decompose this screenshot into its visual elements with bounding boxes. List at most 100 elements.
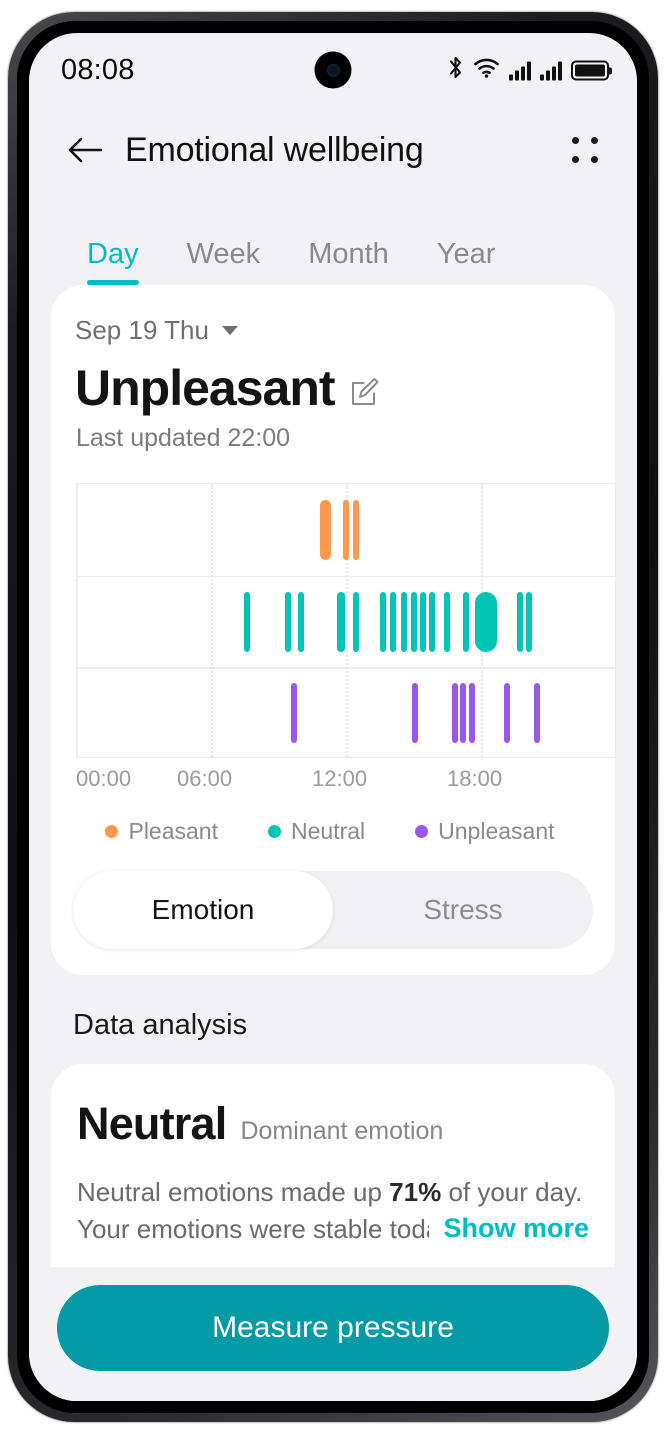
menu-dot xyxy=(591,156,598,163)
legend-color-dot xyxy=(105,825,119,838)
page-title: Emotional wellbeing xyxy=(125,130,424,169)
legend-label: Unpleasant xyxy=(438,818,555,844)
segment-emotion[interactable]: Emotion xyxy=(73,871,333,949)
chart-event-mark xyxy=(429,591,436,652)
chart-event-mark xyxy=(412,683,419,744)
chart-event-mark xyxy=(352,500,359,560)
chart-event-mark xyxy=(526,591,532,652)
signal-icon xyxy=(509,60,531,80)
chart-legend: Pleasant Neutral Unpleasant xyxy=(73,818,593,845)
legend-color-dot xyxy=(415,825,429,838)
chart-event-mark xyxy=(468,683,475,744)
menu-dot xyxy=(572,156,579,163)
chart-event-mark xyxy=(503,683,510,744)
legend-color-dot xyxy=(268,825,281,838)
segment-emotion-label: Emotion xyxy=(151,894,255,925)
chart-event-mark xyxy=(517,591,523,652)
chart-event-mark xyxy=(401,591,408,652)
tab-week[interactable]: Week xyxy=(163,238,285,285)
analysis-text-part: Neutral emotions made up xyxy=(77,1177,390,1207)
show-more-link[interactable]: Show more xyxy=(429,1209,589,1248)
x-axis-tick-label: 06:00 xyxy=(177,766,233,791)
chart-event-mark xyxy=(379,591,386,652)
chart-track-pleasant xyxy=(76,484,616,576)
chart-track-neutral xyxy=(76,576,616,668)
status-time: 08:08 xyxy=(61,53,135,86)
date-selector-label: Sep 19 Thu xyxy=(75,315,209,345)
app-bar: Emotional wellbeing xyxy=(29,107,637,193)
chart-x-axis: 00:00 06:00 12:00 18:00 xyxy=(76,766,616,808)
chart-event-mark xyxy=(463,591,469,652)
tab-month-label: Month xyxy=(308,238,389,270)
chart-event-mark xyxy=(342,500,349,560)
analysis-text-part: of your day. xyxy=(441,1177,583,1207)
back-arrow-icon xyxy=(68,137,103,163)
back-button[interactable] xyxy=(63,128,107,172)
scroll-content: Sep 19 Thu Unpleasant Last updated 22:00 xyxy=(29,285,637,1401)
chart-event-mark xyxy=(337,591,345,652)
date-selector[interactable]: Sep 19 Thu xyxy=(73,315,238,346)
chart-event-mark xyxy=(420,591,427,652)
analysis-percent-highlight: 71% xyxy=(389,1177,442,1207)
x-axis-tick-label: 00:00 xyxy=(76,766,132,791)
metric-segmented-control: Emotion Stress xyxy=(73,871,593,949)
emotion-headline: Unpleasant xyxy=(75,360,336,416)
emotion-summary-card: Sep 19 Thu Unpleasant Last updated 22:00 xyxy=(51,285,616,975)
phone-frame: 08:08 Emotional wellbeing Day Week Month… xyxy=(8,12,658,1422)
tab-day[interactable]: Day xyxy=(63,238,163,285)
chart-event-mark xyxy=(285,591,292,652)
tab-month[interactable]: Month xyxy=(284,238,413,285)
data-analysis-heading: Data analysis xyxy=(73,1009,248,1041)
phone-screen: 08:08 Emotional wellbeing Day Week Month… xyxy=(29,33,637,1401)
chart-event-mark xyxy=(297,591,304,652)
chart-event-mark xyxy=(443,591,450,652)
edit-pencil-icon[interactable] xyxy=(349,377,379,413)
wifi-icon xyxy=(473,57,500,84)
emotion-timeline-chart: 00:00 06:00 12:00 18:00 xyxy=(73,483,616,808)
chart-event-mark xyxy=(459,683,466,744)
status-icons xyxy=(447,56,612,85)
chart-event-mark xyxy=(475,591,497,652)
bluetooth-icon xyxy=(447,56,464,85)
chart-track-unpleasant xyxy=(76,667,616,759)
x-axis-tick-label: 18:00 xyxy=(447,766,503,791)
chart-event-mark xyxy=(352,591,359,652)
status-bar: 08:08 xyxy=(29,33,637,107)
tab-week-label: Week xyxy=(186,238,261,270)
x-axis-tick-label: 12:00 xyxy=(312,766,368,791)
last-updated-text: Last updated 22:00 xyxy=(76,424,291,452)
tab-year-label: Year xyxy=(436,238,496,270)
dominant-emotion-caption: Dominant emotion xyxy=(240,1117,444,1145)
legend-item-pleasant: Pleasant xyxy=(105,818,218,845)
chart-event-mark xyxy=(411,591,418,652)
period-tabs: Day Week Month Year xyxy=(29,193,637,285)
bottom-action-bar: Measure pressure xyxy=(29,1267,637,1401)
front-camera-punch-hole xyxy=(314,51,352,89)
analysis-summary-text: Neutral emotions made up 71% of your day… xyxy=(77,1174,589,1248)
dominant-emotion-name: Neutral xyxy=(77,1098,227,1149)
chevron-down-icon xyxy=(221,326,238,335)
measure-pressure-button[interactable]: Measure pressure xyxy=(57,1285,609,1371)
legend-item-neutral: Neutral xyxy=(268,818,365,845)
menu-dot xyxy=(572,137,579,144)
chart-event-mark xyxy=(290,683,297,744)
tab-day-label: Day xyxy=(87,238,139,270)
chart-event-mark xyxy=(243,591,250,652)
signal-icon xyxy=(540,60,562,80)
legend-label: Neutral xyxy=(291,818,366,844)
legend-item-unpleasant: Unpleasant xyxy=(415,818,555,845)
chart-event-mark xyxy=(533,683,540,744)
legend-label: Pleasant xyxy=(128,818,218,844)
tab-year[interactable]: Year xyxy=(413,238,520,285)
headline-row: Unpleasant xyxy=(73,362,593,414)
segment-stress[interactable]: Stress xyxy=(333,871,593,949)
segment-stress-label: Stress xyxy=(423,894,503,925)
dominant-emotion-row: Neutral Dominant emotion xyxy=(77,1098,589,1150)
four-dot-menu-icon[interactable] xyxy=(563,128,607,172)
chart-plot-area xyxy=(76,483,616,758)
battery-icon xyxy=(571,60,612,80)
menu-dot xyxy=(591,137,598,144)
chart-event-mark xyxy=(389,591,396,652)
chart-event-mark xyxy=(320,500,332,560)
chart-event-mark xyxy=(451,683,458,744)
